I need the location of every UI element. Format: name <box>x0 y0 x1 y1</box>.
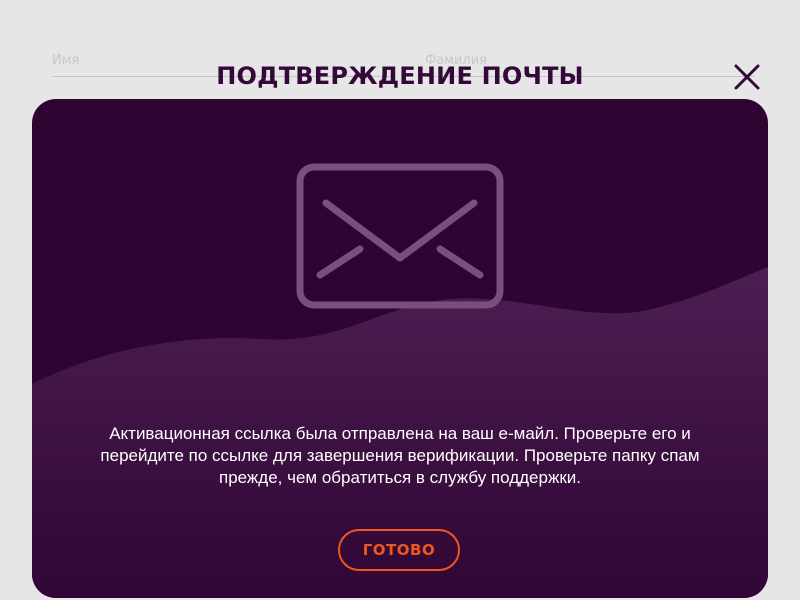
done-button[interactable]: ГОТОВО <box>338 529 460 571</box>
close-button[interactable] <box>732 62 762 92</box>
verification-message: Активационная ссылка была отправлена на … <box>100 424 700 487</box>
verification-card: Активационная ссылка была отправлена на … <box>32 99 768 598</box>
close-icon <box>734 64 760 90</box>
modal-title: ПОДТВЕРЖДЕНИЕ ПОЧТЫ <box>216 62 584 90</box>
page: Имя Фамилия ПОДТВЕРЖДЕНИЕ ПОЧТЫ Активаци… <box>0 0 800 600</box>
envelope-icon <box>296 163 504 309</box>
